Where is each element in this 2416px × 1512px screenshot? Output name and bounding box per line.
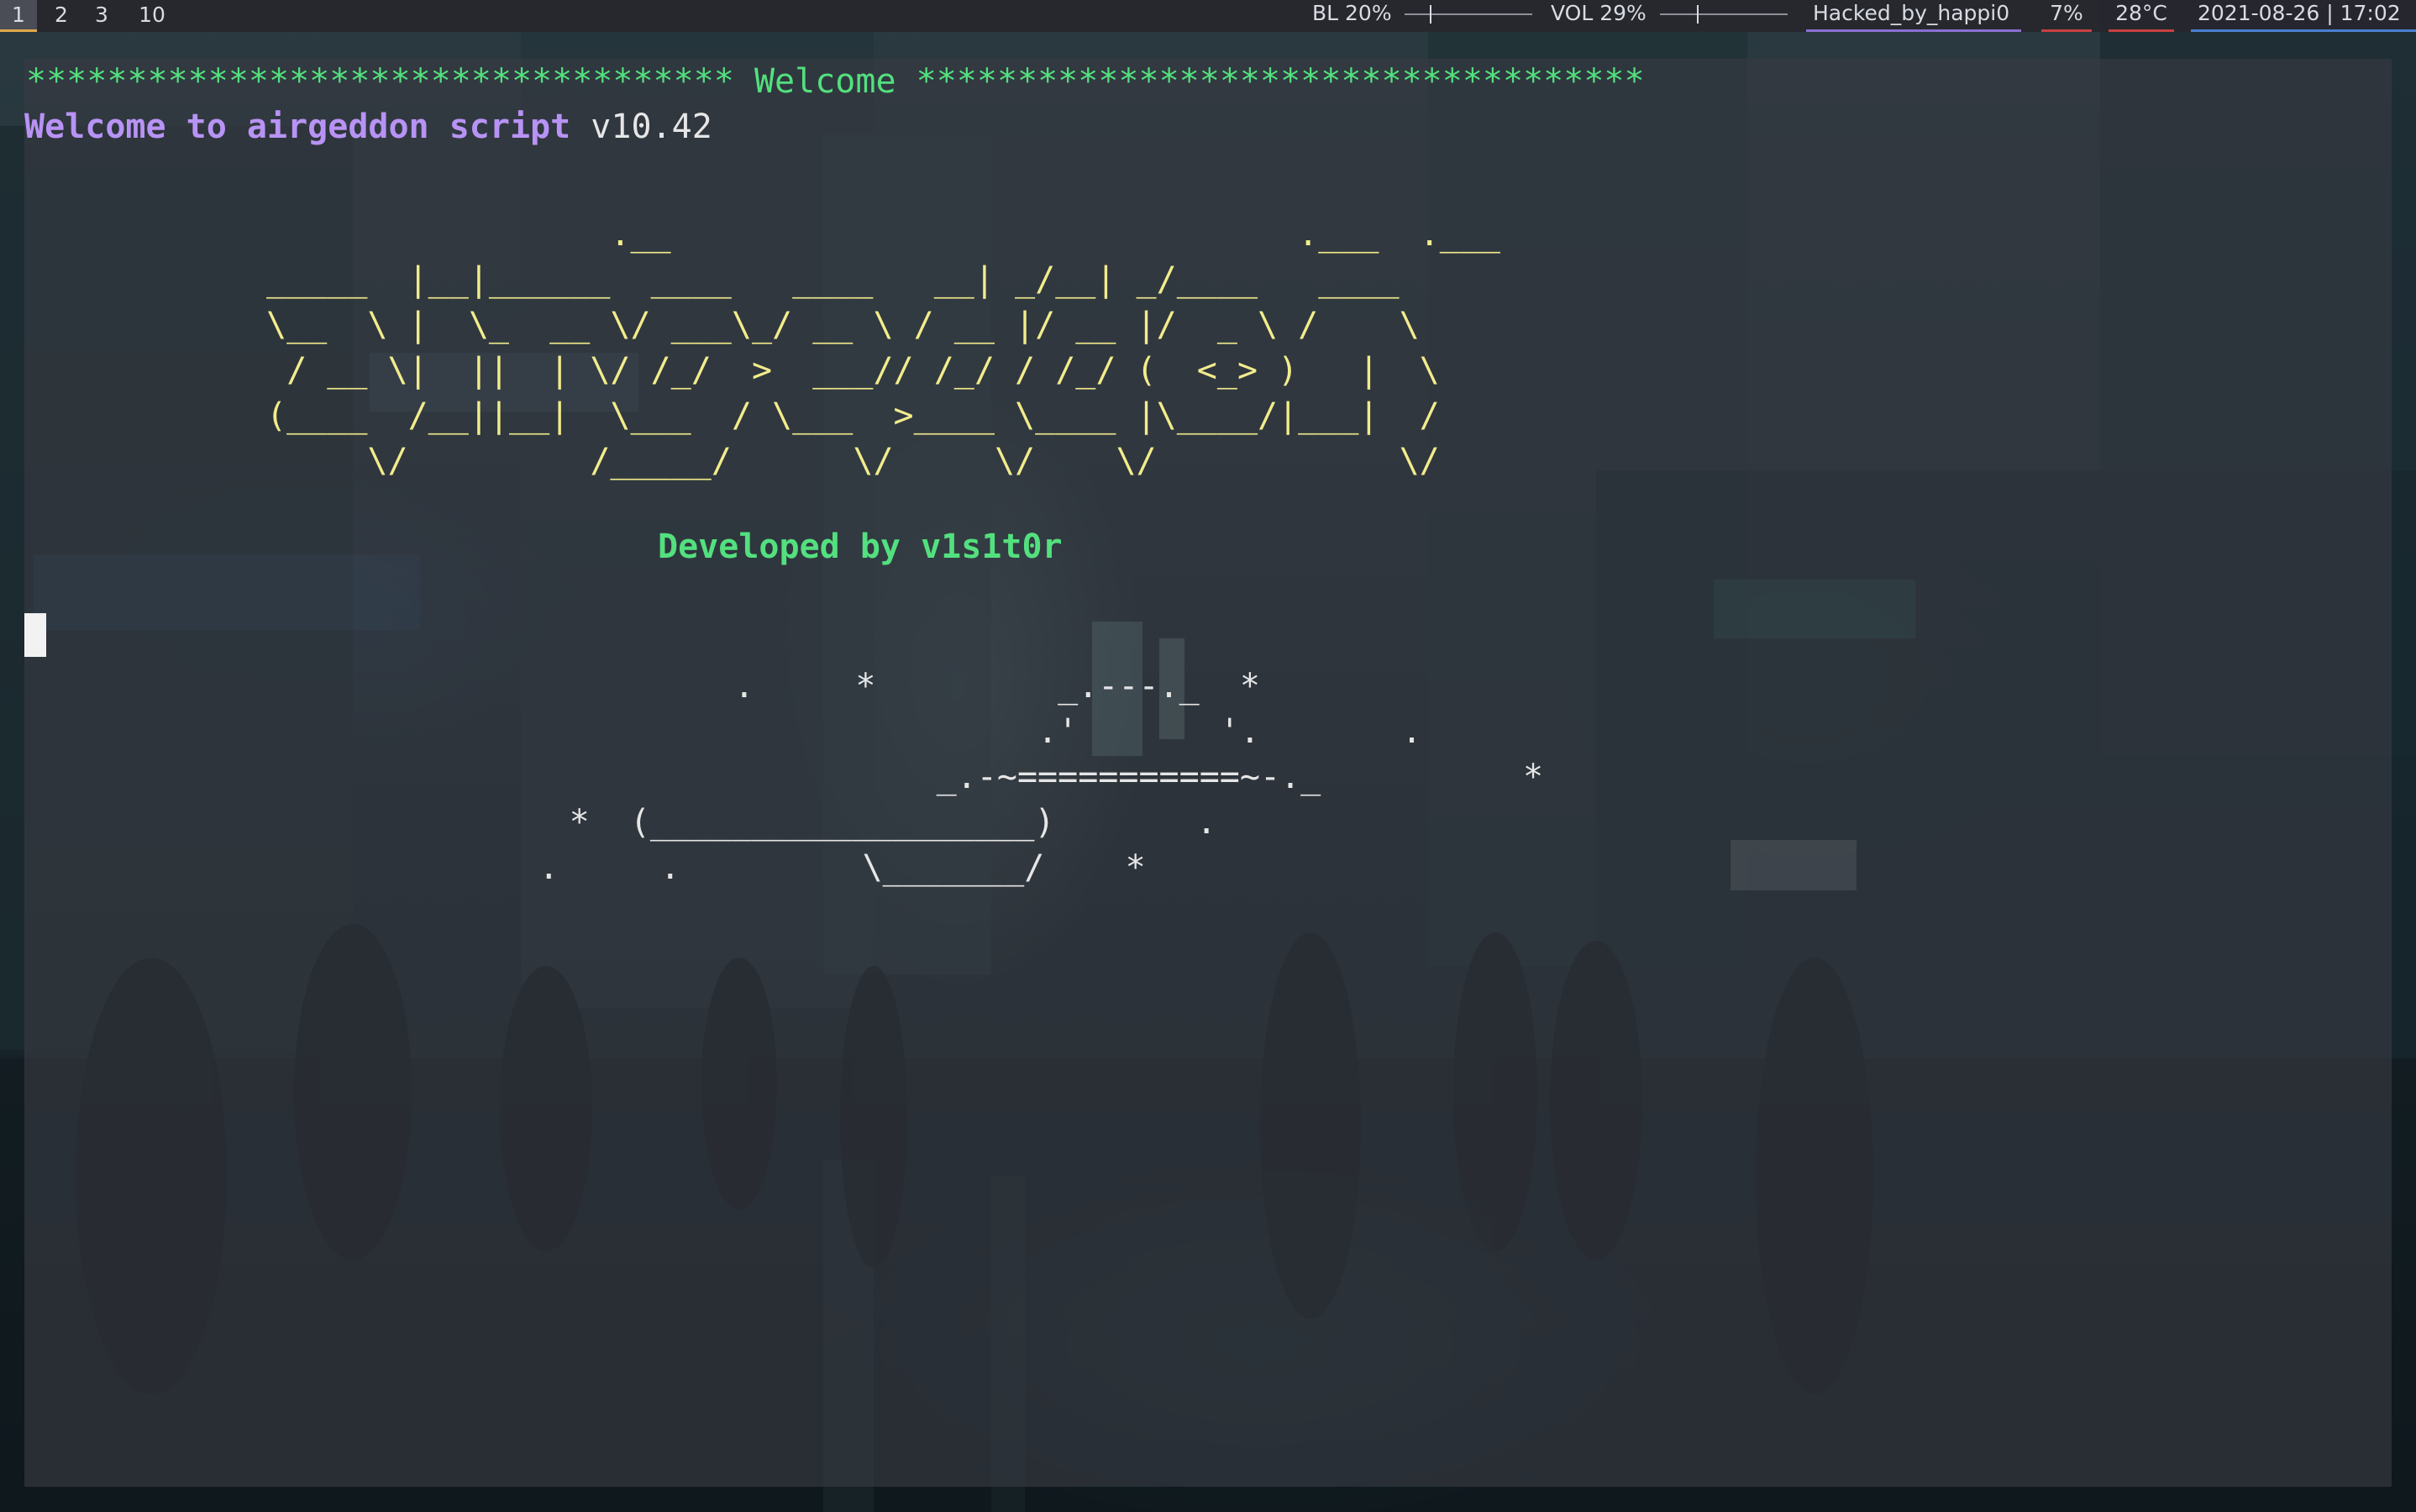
welcome-label: Welcome to airgeddon script (24, 108, 571, 146)
welcome-banner: *********************************** Welc… (26, 62, 1645, 101)
logo-line: _____ |__|______ ____ ____ __| _/__| _/_… (266, 260, 1400, 299)
cpu-usage: 7% (2041, 0, 2092, 32)
logo-line: .__ .___ .___ (266, 215, 1501, 254)
clock: 2021-08-26 | 17:02 (2191, 0, 2416, 32)
workspace-1-button[interactable]: 1 (0, 0, 37, 32)
terminal-block-cursor (24, 613, 46, 657)
version-text: v10.42 (570, 108, 712, 146)
art-line: . * _.---._ * (532, 667, 1260, 706)
terminal-window[interactable]: *********************************** Welc… (24, 59, 2392, 1487)
volume-label: VOL 29% (1551, 1, 1647, 25)
backlight-slider-knob[interactable] (1430, 5, 1431, 24)
art-line: _.-~===========~-._ * (532, 758, 1544, 796)
status-bar: 1 2 3 10 BL 20% VOL 29% Hacked_by_happi0… (0, 0, 2416, 32)
volume-slider[interactable] (1660, 13, 1788, 15)
art-line: .' '. . (532, 712, 1422, 751)
workspace-3-button[interactable]: 3 (87, 0, 116, 32)
welcome-line: Welcome to airgeddon script v10.42 (24, 104, 712, 150)
logo-line: \/ /_____/ \/ \/ \/ \/ (266, 442, 1440, 480)
developed-by-text: Developed by v1s1t0r (658, 528, 1063, 566)
workspace-2-button[interactable]: 2 (47, 0, 76, 32)
art-line: . . \_______/ * (478, 848, 1146, 887)
backlight-label: BL 20% (1312, 1, 1392, 25)
backlight-slider[interactable] (1405, 13, 1532, 15)
logo-line: (____ /__||__| \___ / \___ >____ \____ |… (266, 396, 1440, 435)
volume-slider-knob[interactable] (1697, 5, 1699, 24)
hostname-label: Hacked_by_happi0 (1806, 0, 2021, 32)
logo-line: / __ \| || | \/ /_/ > ___// /_/ / /_/ ( … (266, 351, 1440, 390)
workspace-10-button[interactable]: 10 (133, 0, 171, 32)
logo-line: \__ \ | \_ __ \/ ___\_/ __ \ / __ |/ __ … (266, 306, 1420, 344)
temperature: 28°C (2109, 0, 2174, 32)
art-line: * (___________________) . (428, 803, 1217, 842)
